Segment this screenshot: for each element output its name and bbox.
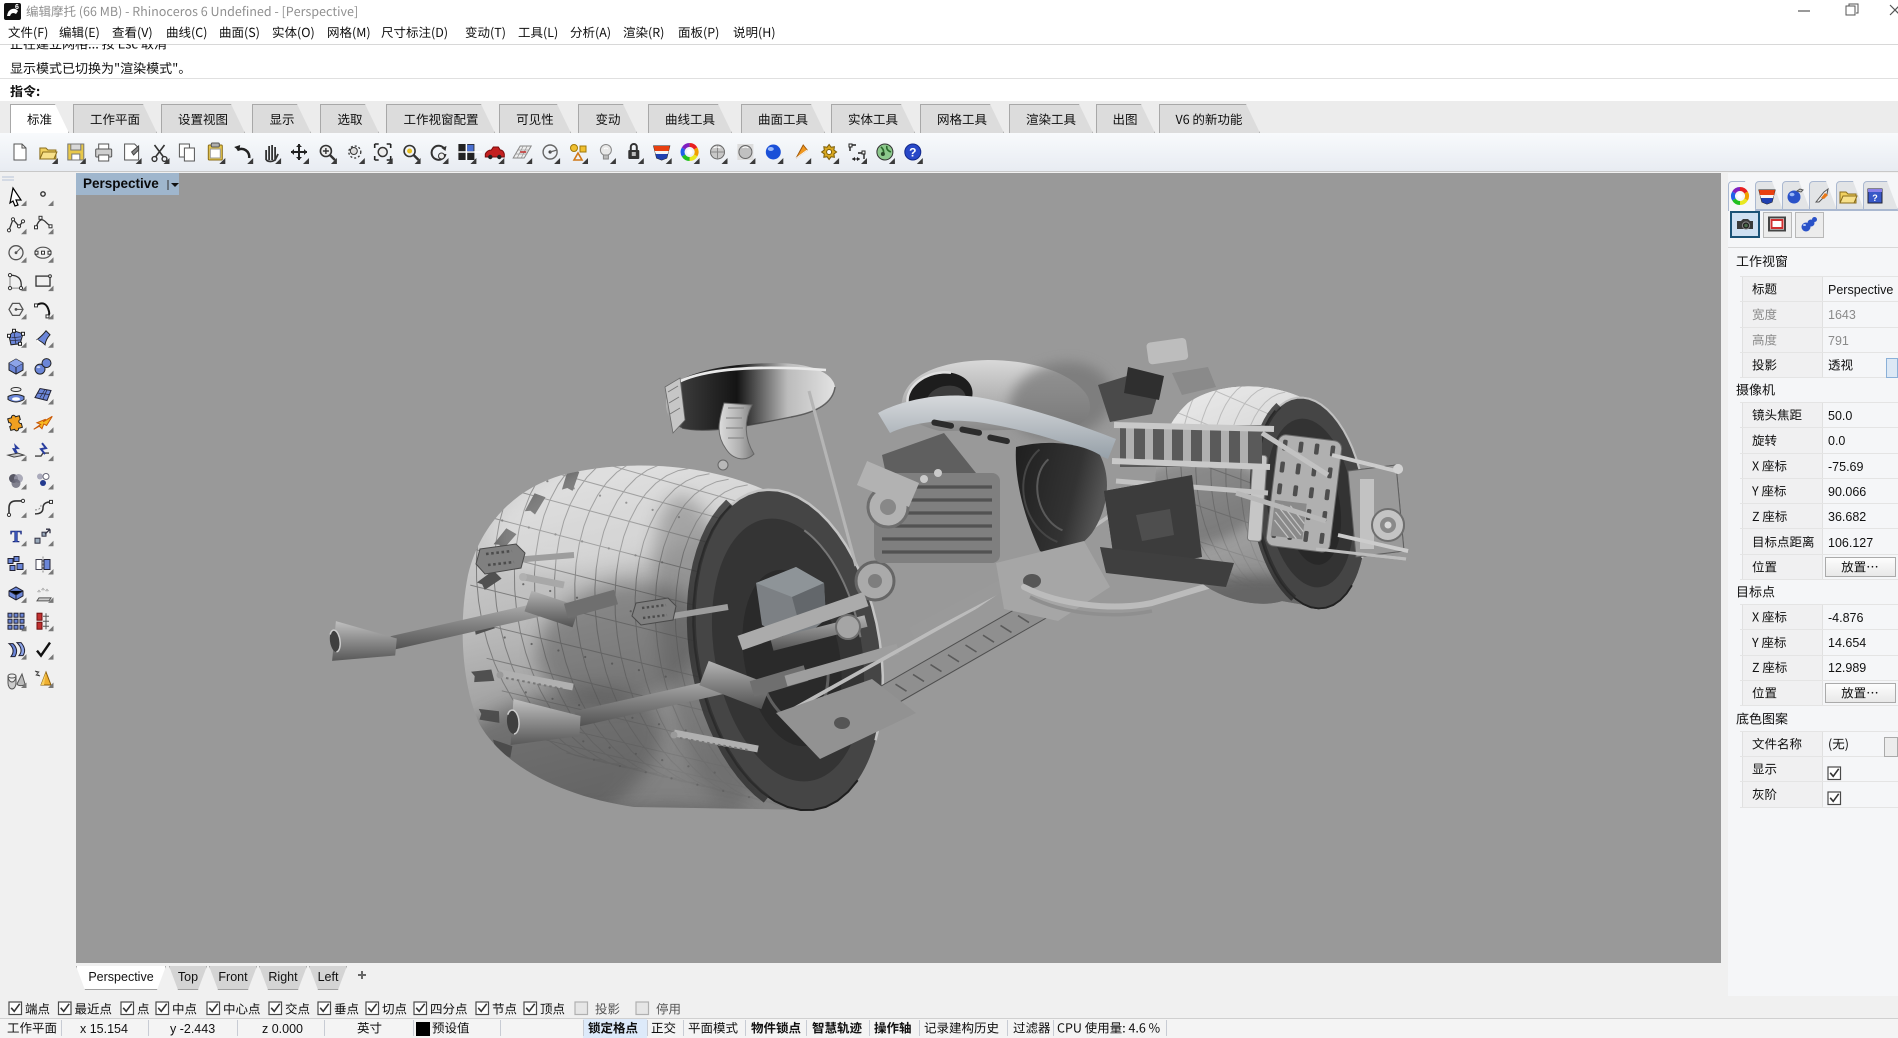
svg-text:T: T <box>10 527 22 546</box>
